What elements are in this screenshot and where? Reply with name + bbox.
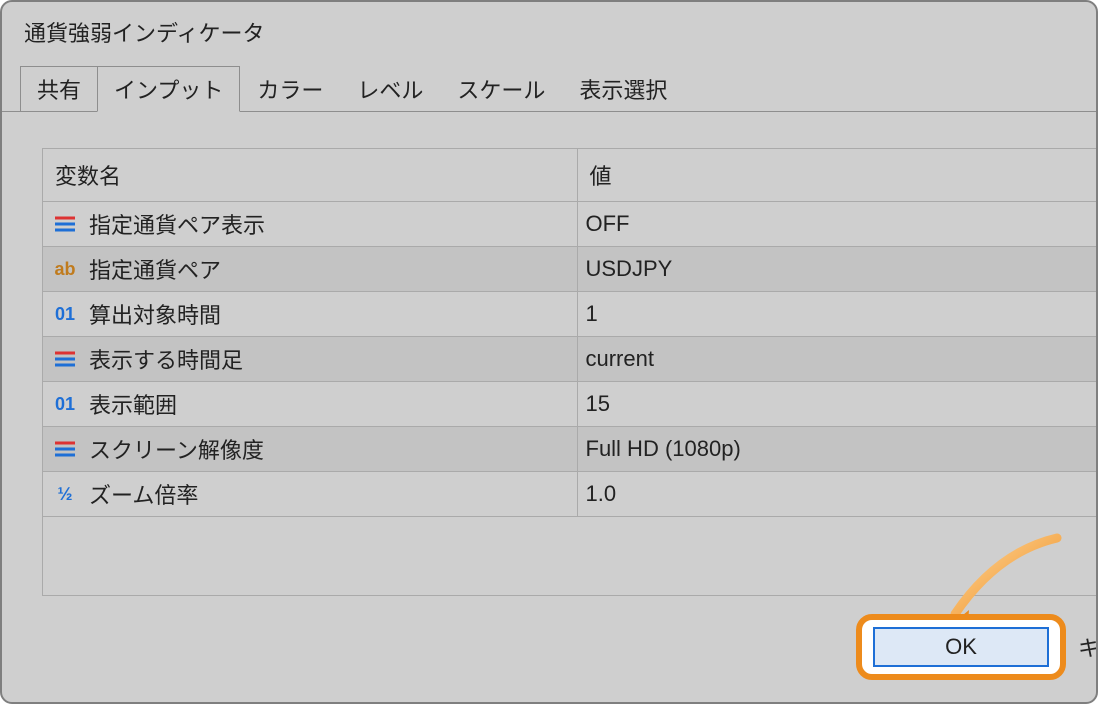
inputs-panel: 変数名 値 指定通貨ペア表示 OFF ab — [42, 148, 1098, 596]
param-value[interactable]: USDJPY — [577, 247, 1098, 292]
table-row[interactable]: ½ ズーム倍率 1.0 — [43, 472, 1098, 517]
tab-strip: 共有 インプット カラー レベル スケール 表示選択 — [2, 68, 1096, 112]
int-icon: 01 — [51, 302, 79, 326]
tab-level[interactable]: レベル — [340, 66, 440, 112]
param-name: スクリーン解像度 — [89, 433, 264, 465]
param-value[interactable]: 1 — [577, 292, 1098, 337]
table-row[interactable]: 01 算出対象時間 1 — [43, 292, 1098, 337]
inputs-table: 変数名 値 指定通貨ペア表示 OFF ab — [43, 149, 1098, 517]
param-value[interactable]: current — [577, 337, 1098, 382]
tab-display[interactable]: 表示選択 — [562, 66, 684, 112]
param-value[interactable]: 1.0 — [577, 472, 1098, 517]
table-row[interactable]: 表示する時間足 current — [43, 337, 1098, 382]
dialog-window: 通貨強弱インディケータ 共有 インプット カラー レベル スケール 表示選択 変… — [0, 0, 1098, 704]
param-name: ズーム倍率 — [89, 478, 198, 510]
fraction-icon: ½ — [51, 482, 79, 506]
param-name: 算出対象時間 — [89, 298, 221, 330]
ok-button[interactable]: OK — [873, 627, 1049, 667]
enum-icon — [51, 347, 79, 371]
param-name: 指定通貨ペア表示 — [89, 208, 265, 240]
table-row[interactable]: スクリーン解像度 Full HD (1080p) — [43, 427, 1098, 472]
enum-icon — [51, 437, 79, 461]
param-value[interactable]: OFF — [577, 202, 1098, 247]
column-header-name[interactable]: 変数名 — [43, 149, 577, 202]
param-name: 指定通貨ペア — [89, 253, 221, 285]
enum-icon — [51, 212, 79, 236]
column-header-value[interactable]: 値 — [577, 149, 1098, 202]
tab-input[interactable]: インプット — [97, 66, 240, 112]
table-row[interactable]: ab 指定通貨ペア USDJPY — [43, 247, 1098, 292]
tab-share[interactable]: 共有 — [20, 66, 97, 112]
param-name: 表示する時間足 — [89, 343, 243, 375]
param-name: 表示範囲 — [89, 388, 177, 420]
param-value[interactable]: 15 — [577, 382, 1098, 427]
table-row[interactable]: 01 表示範囲 15 — [43, 382, 1098, 427]
cancel-button[interactable]: キ — [1078, 631, 1096, 663]
table-row[interactable]: 指定通貨ペア表示 OFF — [43, 202, 1098, 247]
string-icon: ab — [51, 257, 79, 281]
int-icon: 01 — [51, 392, 79, 416]
tab-scale[interactable]: スケール — [440, 66, 562, 112]
dialog-title: 通貨強弱インディケータ — [24, 16, 264, 48]
param-value[interactable]: Full HD (1080p) — [577, 427, 1098, 472]
dialog-footer: OK キ — [856, 614, 1096, 680]
ok-button-highlight: OK — [856, 614, 1066, 680]
tab-color[interactable]: カラー — [240, 66, 340, 112]
title-bar: 通貨強弱インディケータ — [2, 2, 1096, 62]
